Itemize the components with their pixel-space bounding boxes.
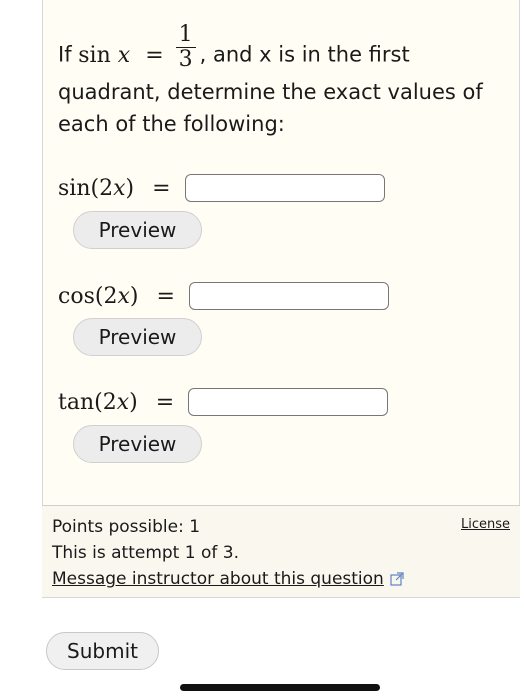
license-link[interactable]: License — [461, 517, 510, 532]
cos2x-answer-input[interactable] — [188, 282, 389, 310]
attempt-count: This is attempt 1 of 3. — [52, 543, 239, 563]
sin2x-label: sin(2x) = — [58, 175, 171, 201]
submit-button[interactable]: Submit — [46, 632, 159, 670]
points-possible: Points possible: 1 — [52, 517, 201, 537]
tan2x-label: tan(2x) = — [58, 389, 175, 415]
cos2x-preview-button[interactable]: Preview — [73, 318, 202, 356]
home-indicator — [180, 684, 380, 691]
problem-line-1: If sin x = 1 3, and x is in the first — [58, 22, 410, 72]
tan2x-answer-input[interactable] — [188, 388, 389, 416]
tan2x-preview-button[interactable]: Preview — [73, 425, 202, 463]
message-instructor-row: Message instructor about this question — [52, 566, 404, 592]
question-cos2x: cos(2x) = — [58, 278, 389, 314]
message-instructor-link[interactable]: Message instructor about this question — [52, 569, 384, 589]
sin2x-answer-input[interactable] — [184, 174, 385, 202]
question-tan2x: tan(2x) = — [58, 384, 389, 420]
problem-line-rest: quadrant, determine the exact values of … — [58, 80, 483, 136]
question-sin2x: sin(2x) = — [58, 170, 385, 206]
cos2x-label: cos(2x) = — [58, 283, 175, 309]
fraction-one-third: 13 — [175, 23, 196, 72]
question-info: Points possible: 1 This is attempt 1 of … — [52, 514, 404, 592]
external-link-icon[interactable] — [390, 572, 404, 586]
sin2x-preview-button[interactable]: Preview — [73, 211, 202, 249]
